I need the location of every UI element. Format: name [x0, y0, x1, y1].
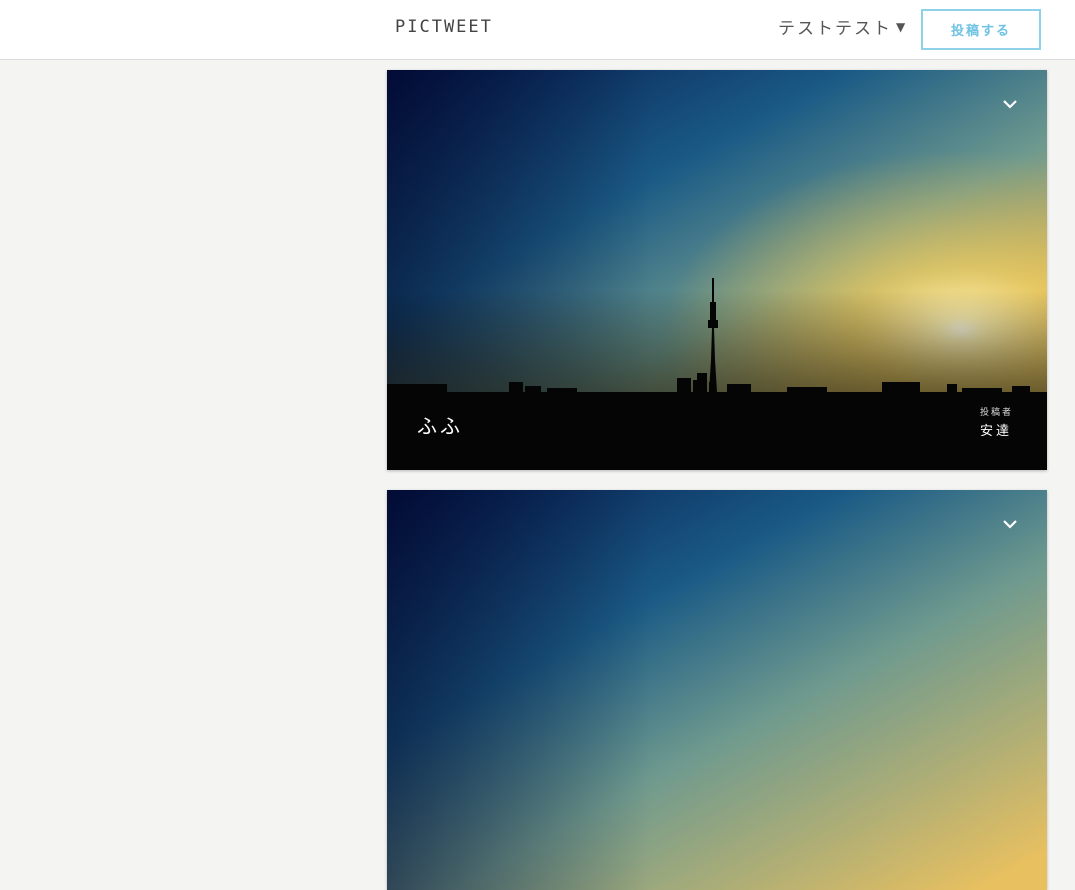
user-name: テストテスト	[778, 19, 892, 39]
user-menu[interactable]: テストテスト ▼	[778, 14, 907, 39]
post-title: ふふ	[417, 414, 463, 438]
poster-label: 投稿者	[980, 408, 1014, 418]
poster-name[interactable]: 安達	[980, 420, 1012, 439]
post-card[interactable]: ふふ 投稿者 安達	[387, 70, 1047, 470]
post-button[interactable]: 投稿する	[921, 9, 1041, 50]
site-logo[interactable]: PICTWEET	[395, 17, 493, 37]
site-header: PICTWEET テストテスト ▼ 投稿する	[0, 0, 1075, 60]
post-image	[387, 70, 1047, 470]
caret-down-icon: ▼	[896, 19, 908, 34]
chevron-down-icon[interactable]	[995, 512, 1025, 536]
post-card[interactable]	[387, 490, 1047, 890]
post-image	[387, 490, 1047, 890]
chevron-down-icon[interactable]	[995, 92, 1025, 116]
